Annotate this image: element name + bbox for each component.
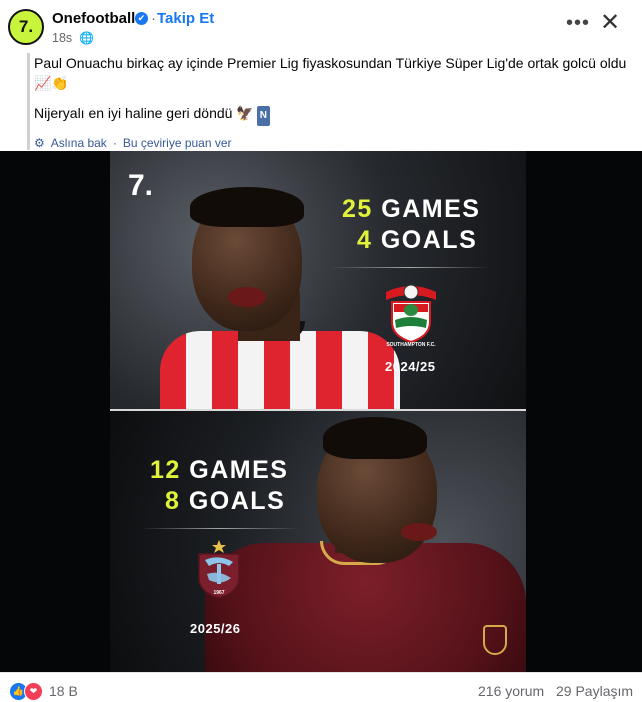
translation-separator: · — [112, 136, 117, 150]
see-original-link[interactable]: Aslına bak — [51, 136, 107, 150]
trabzonspor-goals-stat: 8 GOALS — [165, 487, 285, 516]
trabzonspor-goals-number: 8 — [165, 487, 181, 515]
post-text-block: Paul Onuachu birkaç ay içinde Premier Li… — [27, 53, 639, 150]
post-text-line-2-text: Nijeryalı en iyi haline geri döndü 🦅 — [34, 105, 254, 121]
post-timestamp[interactable]: 18s — [52, 31, 72, 45]
trabzonspor-crest-year: 1967 — [213, 590, 224, 596]
rate-translation-link[interactable]: Bu çeviriye puan ver — [123, 136, 232, 150]
post-image[interactable]: 7. 25 GAMES 4 GOALS SOUTHAMPTON F.C. 202… — [0, 151, 642, 672]
southampton-games-stat: 25 GAMES — [342, 195, 480, 224]
reaction-count[interactable]: 18 B — [49, 683, 78, 699]
southampton-goals-label: GOALS — [372, 226, 478, 254]
post-text-line-2: Nijeryalı en iyi haline geri döndü 🦅 N — [34, 103, 639, 126]
trabzonspor-games-number: 12 — [150, 456, 181, 484]
southampton-games-number: 25 — [342, 195, 373, 223]
post-text-line-1: Paul Onuachu birkaç ay içinde Premier Li… — [34, 55, 627, 91]
onefootball-logo-icon: 7. — [128, 169, 154, 202]
southampton-separator — [330, 267, 490, 268]
page-avatar[interactable]: 7. — [8, 9, 44, 45]
trabzonspor-games-stat: 12 GAMES — [150, 456, 288, 485]
privacy-globe-icon: 🌐 — [79, 31, 94, 45]
reactions-bar: 👍 ❤ 18 B 216 yorum 29 Paylaşım — [0, 672, 642, 702]
player-photo-trabzonspor — [205, 413, 526, 672]
trabzonspor-games-label: GAMES — [180, 456, 289, 484]
trabzonspor-crest-icon: 1967 — [198, 540, 240, 599]
comments-count-link[interactable]: 216 yorum — [478, 683, 544, 699]
verified-badge-icon: ✔ — [135, 12, 148, 25]
close-button[interactable]: ✕ — [600, 8, 620, 37]
gear-icon: ⚙ — [34, 136, 45, 150]
southampton-goals-stat: 4 GOALS — [357, 226, 477, 255]
love-reaction-icon[interactable]: ❤ — [24, 682, 43, 701]
page-name-link[interactable]: Onefootball — [52, 10, 135, 27]
n-badge-icon: N — [256, 106, 271, 126]
follow-button[interactable]: Takip Et — [157, 10, 214, 27]
translation-links: ⚙ Aslına bak · Bu çeviriye puan ver — [34, 136, 639, 150]
southampton-games-label: GAMES — [372, 195, 481, 223]
header-separator: · — [151, 10, 156, 27]
southampton-crest-text: SOUTHAMPTON F.C. — [386, 342, 436, 348]
trabzonspor-season: 2025/26 — [190, 621, 241, 636]
trabzonspor-goals-label: GOALS — [180, 487, 286, 515]
southampton-season: 2024/25 — [385, 359, 436, 374]
trabzonspor-separator — [140, 528, 300, 529]
southampton-goals-number: 4 — [357, 226, 373, 254]
post-header: 7. Onefootball ✔ · Takip Et 18s 🌐 ••• ✕ — [0, 0, 642, 52]
more-options-button[interactable]: ••• — [566, 12, 590, 35]
shares-count-link[interactable]: 29 Paylaşım — [556, 683, 633, 699]
southampton-crest-icon: SOUTHAMPTON F.C. — [386, 284, 436, 348]
